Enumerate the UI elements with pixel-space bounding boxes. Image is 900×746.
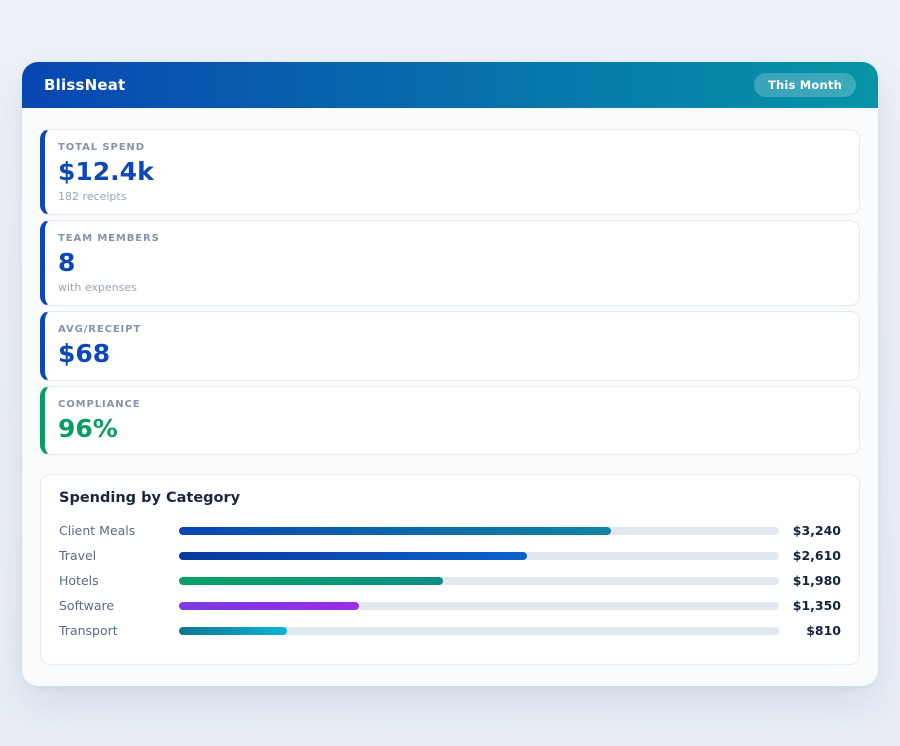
dashboard-content: TOTAL SPEND $12.4k 182 receipts TEAM MEM… <box>22 108 878 681</box>
stat-label: TEAM MEMBERS <box>58 232 160 244</box>
bar-track <box>179 601 779 610</box>
category-value: $810 <box>806 623 841 639</box>
stat-value: 8 <box>58 247 76 277</box>
stat-value: $68 <box>58 338 111 368</box>
app-header: BlissNeat This Month <box>22 62 878 108</box>
stat-label: COMPLIANCE <box>58 398 141 410</box>
category-value: $3,240 <box>792 523 841 539</box>
bar-fill <box>179 551 527 560</box>
chart-row-software: Software $1,350 <box>59 593 841 618</box>
bar-track <box>179 551 779 560</box>
period-badge[interactable]: This Month <box>753 73 856 97</box>
bar-fill <box>179 626 287 635</box>
chart-row-transport: Transport $810 <box>59 618 841 643</box>
stat-label: TOTAL SPEND <box>58 142 145 153</box>
stat-card-total-spend: TOTAL SPEND $12.4k 182 receipts <box>40 129 860 215</box>
category-value: $1,350 <box>792 598 841 614</box>
category-label: Travel <box>59 548 97 564</box>
category-label: Software <box>59 598 115 614</box>
stat-value: $12.4k <box>58 157 154 186</box>
category-label: Hotels <box>59 573 99 589</box>
spending-by-category-card: Spending by Category Client Meals $3,240… <box>40 474 860 666</box>
category-label: Client Meals <box>59 523 136 539</box>
bar-fill <box>179 601 359 610</box>
category-value: $2,610 <box>792 548 841 564</box>
category-label: Transport <box>59 623 118 639</box>
chart-row-hotels: Hotels $1,980 <box>59 568 841 593</box>
stat-card-compliance: COMPLIANCE 96% <box>40 385 860 456</box>
stat-subtext: 182 receipts <box>58 189 127 203</box>
bar-track <box>179 526 779 535</box>
chart-row-client-meals: Client Meals $3,240 <box>59 518 841 543</box>
stat-subtext: with expenses <box>58 280 137 294</box>
chart-row-travel: Travel $2,610 <box>59 543 841 568</box>
bar-track <box>179 576 779 585</box>
stat-card-team-members: TEAM MEMBERS 8 with expenses <box>40 219 860 306</box>
bar-fill <box>179 526 611 535</box>
stat-value: 96% <box>58 413 118 443</box>
stat-label: AVG/RECEIPT <box>58 323 142 335</box>
app-title: BlissNeat <box>44 76 126 94</box>
category-value: $1,980 <box>792 573 841 589</box>
dashboard-card: BlissNeat This Month TOTAL SPEND $12.4k … <box>22 62 878 686</box>
chart-title: Spending by Category <box>59 490 241 507</box>
bar-fill <box>179 576 443 585</box>
bar-track <box>179 626 779 635</box>
stat-card-avg-receipt: AVG/RECEIPT $68 <box>40 310 860 381</box>
